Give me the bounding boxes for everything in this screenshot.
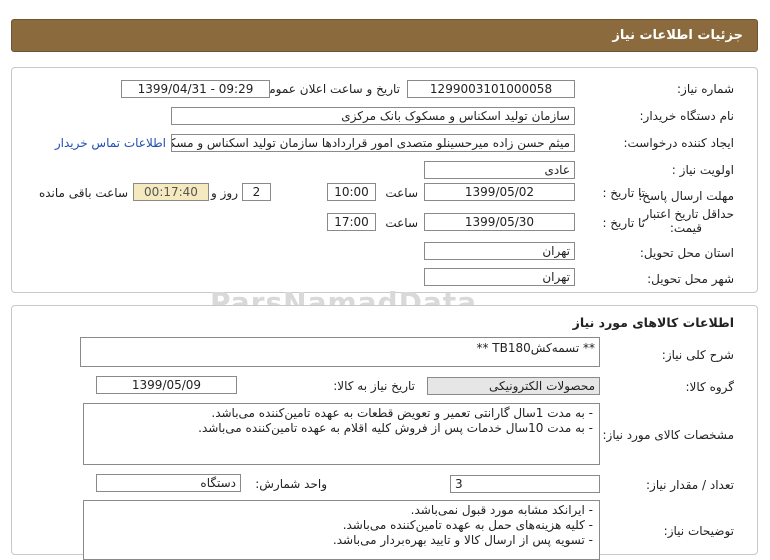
remaining-label: ساعت باقی مانده [38,186,128,200]
specs-line: - به مدت 1سال گارانتی تعمیر و تعویض قطعا… [211,406,593,420]
remaining-time-field: 00:17:40 [133,183,209,201]
send-deadline-label: مهلت ارسال پاسخ: [638,189,734,203]
send-to-date-label: تا تاریخ : [602,186,645,200]
summary-label: شرح کلی نیاز: [661,348,734,362]
creator-label: ایجاد کننده درخواست: [623,136,734,150]
page-title: جزئیات اطلاعات نیاز [612,28,743,43]
city-field[interactable]: تهران [424,268,575,286]
group-label: گروه کالا: [685,380,735,394]
validity-to-date-label: تا تاریخ : [602,216,645,230]
days-and-label: روز و [211,186,238,200]
priority-label: اولویت نیاز : [671,163,734,177]
validity-time-field[interactable]: 17:00 [327,213,376,231]
province-label: استان محل تحویل: [639,246,734,260]
need-number-field[interactable]: 1299003101000058 [407,80,575,98]
summary-field[interactable]: ** تسمه‌کشTB180 ** [80,337,600,367]
specs-line: - به مدت 10سال خدمات پس از فروش کلیه اقل… [198,421,593,435]
unit-label: واحد شمارش: [255,477,327,491]
notes-field[interactable]: - ایرانکد مشابه مورد قبول نمی‌باشد. - کل… [83,500,600,560]
announce-field[interactable]: 1399/04/31 - 09:29 [121,80,270,98]
priority-field[interactable]: عادی [424,161,575,179]
specs-field[interactable]: - به مدت 1سال گارانتی تعمیر و تعویض قطعا… [83,403,600,465]
notes-label: توضیحات نیاز: [663,524,734,538]
announce-label: تاریخ و ساعت اعلان عمومی: [255,82,400,96]
notes-line: - ایرانکد مشابه مورد قبول نمی‌باشد. [410,503,593,517]
goods-section-title: اطلاعات کالاهای مورد نیاز [572,315,734,330]
validity-date-field[interactable]: 1399/05/30 [424,213,575,231]
qty-field[interactable]: 3 [450,475,600,493]
need-date-label: تاریخ نیاز به کالا: [333,379,415,393]
validity-time-label: ساعت [385,216,418,230]
qty-label: تعداد / مقدار نیاز: [646,478,734,492]
validity-label-line1: حداقل تاریخ اعتبار [643,207,734,221]
creator-field[interactable]: میثم حسن زاده میرحسینلو متصدی امور قرارد… [171,134,575,152]
buyer-contact-link[interactable]: اطلاعات تماس خریدار [55,136,166,150]
group-field[interactable]: محصولات الکترونیکی [427,377,600,395]
need-date-field[interactable]: 1399/05/09 [96,376,237,394]
send-date-field[interactable]: 1399/05/02 [424,183,575,201]
city-label: شهر محل تحویل: [647,272,734,286]
buyer-label: نام دستگاه خریدار: [639,109,735,123]
send-time-field[interactable]: 10:00 [327,183,376,201]
unit-field[interactable]: دستگاه [96,474,241,492]
validity-label-line2: قیمت: [669,221,702,235]
buyer-field[interactable]: سازمان تولید اسکناس و مسکوک بانک مرکزی [171,107,575,125]
notes-line: - تسویه پس از ارسال کالا و تایید بهره‌بر… [332,533,593,547]
page-header: جزئیات اطلاعات نیاز [11,19,758,52]
province-field[interactable]: تهران [424,242,575,260]
specs-label: مشخصات کالای مورد نیاز: [602,428,734,442]
days-field[interactable]: 2 [242,183,271,201]
need-number-label: شماره نیاز: [677,82,734,96]
send-time-label: ساعت [385,186,418,200]
notes-line: - کلیه هزینه‌های حمل به عهده تامین‌کننده… [342,518,593,532]
